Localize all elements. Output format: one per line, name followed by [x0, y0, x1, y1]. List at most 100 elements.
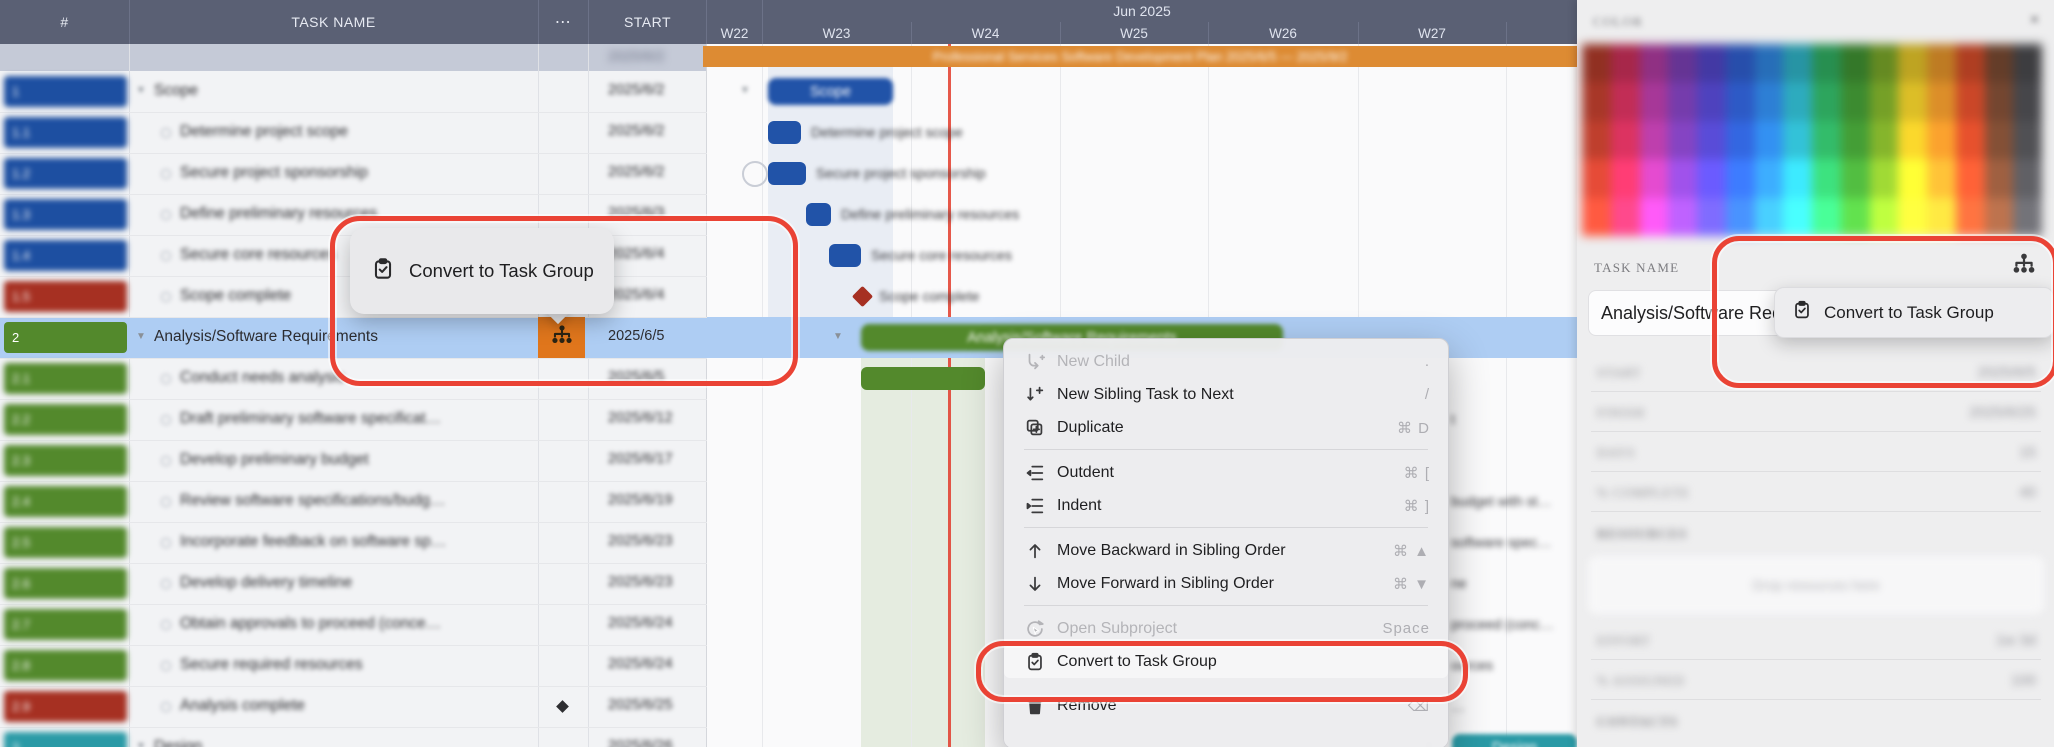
field-value[interactable]: 2025/6/25: [1969, 404, 2036, 421]
palette-swatch[interactable]: [1898, 121, 1927, 159]
palette-swatch[interactable]: [1611, 121, 1640, 159]
field-value[interactable]: 15: [2019, 444, 2036, 461]
menu-item-move-backward-in-sibling-order[interactable]: Move Backward in Sibling Order⌘ ▲: [1004, 534, 1448, 567]
disclosure-triangle[interactable]: ▼: [136, 741, 146, 747]
palette-swatch[interactable]: [1640, 44, 1669, 82]
palette-swatch[interactable]: [1668, 121, 1697, 159]
palette-swatch[interactable]: [1812, 121, 1841, 159]
task-name[interactable]: Obtain approvals to proceed (conce…: [180, 615, 441, 633]
task-start-date[interactable]: 2025/6/25: [608, 697, 673, 713]
palette-swatch[interactable]: [1783, 121, 1812, 159]
task-start-date[interactable]: 2025/6/17: [608, 451, 673, 467]
palette-swatch[interactable]: [1841, 121, 1870, 159]
palette-swatch[interactable]: [1927, 159, 1956, 197]
palette-swatch[interactable]: [1726, 44, 1755, 82]
field-value[interactable]: 40: [2019, 484, 2036, 501]
palette-swatch[interactable]: [1668, 159, 1697, 197]
palette-swatch[interactable]: [1697, 159, 1726, 197]
palette-swatch[interactable]: [1582, 44, 1611, 82]
palette-swatch[interactable]: [1755, 198, 1784, 236]
row-number-badge[interactable]: 2.5: [4, 527, 127, 558]
palette-swatch[interactable]: [1841, 82, 1870, 120]
task-name[interactable]: Scope: [154, 82, 198, 100]
palette-swatch[interactable]: [1582, 159, 1611, 197]
palette-swatch[interactable]: [1755, 44, 1784, 82]
row-number-badge[interactable]: 2.4: [4, 486, 127, 517]
palette-swatch[interactable]: [1898, 198, 1927, 236]
palette-swatch[interactable]: [1668, 44, 1697, 82]
palette-swatch[interactable]: [1783, 198, 1812, 236]
row-number-badge[interactable]: 2.8: [4, 650, 127, 681]
row-number-badge[interactable]: 1.4: [4, 240, 127, 271]
menu-item-indent[interactable]: Indent⌘ ]: [1004, 489, 1448, 522]
task-name[interactable]: Secure required resources: [180, 656, 363, 674]
palette-swatch[interactable]: [1956, 159, 1985, 197]
task-name[interactable]: Secure project sponsorship: [180, 164, 368, 182]
palette-swatch[interactable]: [1898, 159, 1927, 197]
task-start-date[interactable]: 2025/6/19: [608, 492, 673, 508]
task-name[interactable]: Develop preliminary budget: [180, 451, 369, 469]
palette-swatch[interactable]: [1640, 198, 1669, 236]
task-name[interactable]: Scope complete: [180, 287, 291, 305]
palette-swatch[interactable]: [1870, 198, 1899, 236]
menu-item-outdent[interactable]: Outdent⌘ [: [1004, 456, 1448, 489]
palette-swatch[interactable]: [1870, 121, 1899, 159]
task-name[interactable]: Develop delivery timeline: [180, 574, 352, 592]
palette-swatch[interactable]: [1956, 121, 1985, 159]
palette-swatch[interactable]: [1783, 159, 1812, 197]
task-start-date[interactable]: 2025/6/2: [608, 82, 664, 98]
palette-swatch[interactable]: [1611, 44, 1640, 82]
row-number-badge[interactable]: 3: [4, 732, 127, 747]
gantt-task-bar[interactable]: [861, 367, 985, 390]
palette-swatch[interactable]: [1755, 82, 1784, 120]
project-summary-row[interactable]: 2025/6/2: [0, 44, 707, 71]
palette-swatch[interactable]: [1697, 198, 1726, 236]
gantt-group-bar[interactable]: Scope: [768, 78, 893, 105]
palette-swatch[interactable]: [1985, 121, 2014, 159]
palette-swatch[interactable]: [1697, 121, 1726, 159]
palette-swatch[interactable]: [2013, 159, 2042, 197]
row-number-badge[interactable]: 1.2: [4, 158, 127, 189]
palette-swatch[interactable]: [1611, 159, 1640, 197]
palette-swatch[interactable]: [1870, 82, 1899, 120]
row-number-badge[interactable]: 1.5: [4, 281, 127, 312]
palette-swatch[interactable]: [1668, 198, 1697, 236]
column-header-start[interactable]: START: [588, 0, 707, 44]
palette-swatch[interactable]: [1956, 44, 1985, 82]
gantt-task-bar[interactable]: [829, 244, 861, 267]
palette-swatch[interactable]: [1898, 82, 1927, 120]
palette-swatch[interactable]: [1841, 159, 1870, 197]
palette-swatch[interactable]: [1870, 159, 1899, 197]
palette-swatch[interactable]: [1697, 44, 1726, 82]
palette-swatch[interactable]: [1812, 159, 1841, 197]
gantt-disclosure-triangle[interactable]: ▼: [740, 85, 750, 96]
menu-item-duplicate[interactable]: Duplicate⌘ D: [1004, 411, 1448, 444]
palette-swatch[interactable]: [1755, 159, 1784, 197]
row-number-badge[interactable]: 2.2: [4, 404, 127, 435]
palette-swatch[interactable]: [1841, 198, 1870, 236]
task-name[interactable]: Incorporate feedback on software sp…: [180, 533, 446, 551]
task-start-date[interactable]: 2025/6/26: [608, 738, 673, 747]
palette-swatch[interactable]: [1783, 44, 1812, 82]
palette-swatch[interactable]: [1726, 82, 1755, 120]
task-name[interactable]: Determine project scope: [180, 123, 348, 141]
palette-swatch[interactable]: [1956, 198, 1985, 236]
task-start-date[interactable]: 2025/6/2: [608, 123, 664, 139]
task-start-date[interactable]: 2025/6/24: [608, 615, 673, 631]
palette-swatch[interactable]: [1582, 121, 1611, 159]
palette-swatch[interactable]: [1582, 82, 1611, 120]
resources-dropzone[interactable]: Drop resources here: [1588, 556, 2044, 614]
palette-swatch[interactable]: [1611, 82, 1640, 120]
column-header-more[interactable]: ⋯: [538, 0, 588, 44]
task-start-date[interactable]: 2025/6/12: [608, 410, 673, 426]
palette-swatch[interactable]: [2013, 82, 2042, 120]
palette-swatch[interactable]: [1898, 44, 1927, 82]
panel-close-icon[interactable]: ✕: [2029, 12, 2040, 28]
task-start-date[interactable]: 2025/6/24: [608, 656, 673, 672]
palette-swatch[interactable]: [1755, 121, 1784, 159]
task-name[interactable]: Secure core resources: [180, 246, 336, 264]
project-summary-bar[interactable]: Professional Services Software Developme…: [703, 46, 1577, 67]
row-number-badge[interactable]: 2.7: [4, 609, 127, 640]
palette-swatch[interactable]: [1726, 198, 1755, 236]
palette-swatch[interactable]: [1927, 82, 1956, 120]
